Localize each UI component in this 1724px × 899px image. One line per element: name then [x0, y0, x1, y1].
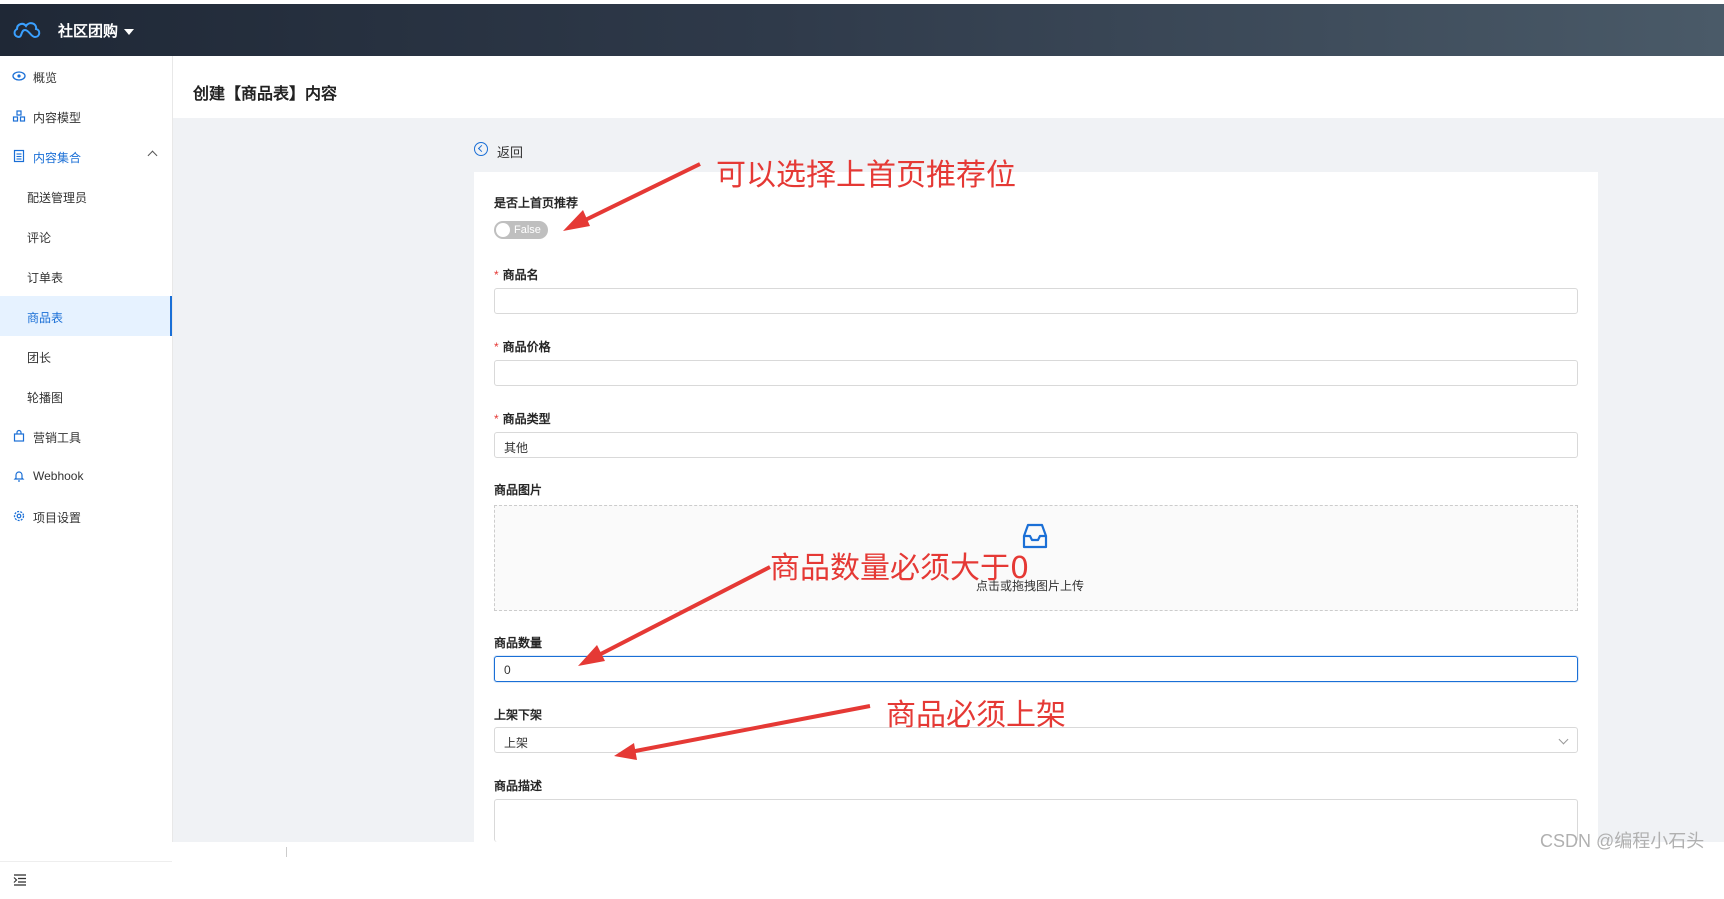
- annotation-arrowhead: [614, 743, 637, 760]
- annotation-quantity: 商品数量必须大于0: [770, 551, 1030, 586]
- sidebar-collapse-bar: [0, 861, 172, 899]
- annotation-arrow: [574, 162, 701, 227]
- watermark: CSDN @编程小石头: [1540, 831, 1705, 851]
- annotation-shelf: 商品必须上架: [886, 698, 1066, 733]
- bottom-strip: [0, 842, 1724, 857]
- annotation-arrowhead: [578, 645, 605, 666]
- annotation-arrow: [592, 565, 771, 660]
- menu-fold-icon[interactable]: [13, 874, 27, 886]
- annotation-arrows: [563, 162, 871, 760]
- divider: [286, 847, 287, 857]
- annotation-recommend: 可以选择上首页推荐位: [716, 158, 1016, 193]
- annotation-arrow: [629, 704, 871, 754]
- annotation-arrowhead: [563, 210, 590, 231]
